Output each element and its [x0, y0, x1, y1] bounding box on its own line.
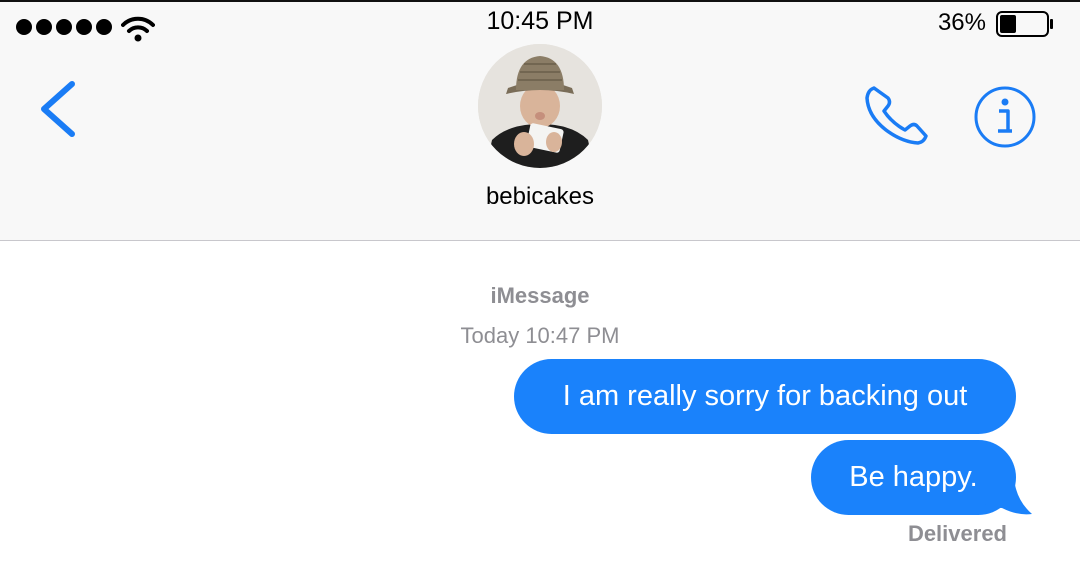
info-icon [974, 86, 1036, 148]
phone-icon [865, 86, 928, 145]
back-button[interactable] [30, 74, 90, 144]
battery-percentage: 36% [937, 9, 986, 36]
delivery-status: Delivered [907, 521, 1007, 546]
signal-dots-icon [16, 19, 112, 35]
bubble-tail [984, 478, 1032, 515]
info-button[interactable] [972, 84, 1038, 150]
avatar-photo [478, 44, 602, 168]
status-time: 10:45 PM [486, 7, 594, 35]
header-divider [0, 240, 1080, 241]
message-timestamp: Today 10:47 PM [460, 323, 620, 348]
service-label: iMessage [490, 283, 590, 308]
contact-name[interactable]: bebicakes [390, 183, 690, 211]
contact-avatar[interactable] [478, 44, 602, 168]
message-bubble[interactable]: I am really sorry for backing out [514, 359, 1016, 434]
message-text: I am really sorry for backing out [562, 380, 968, 412]
call-button[interactable] [862, 82, 930, 148]
battery-icon [996, 11, 1053, 37]
message-text: Be happy. [849, 461, 978, 493]
chevron-left-icon [41, 81, 75, 137]
wifi-icon [121, 16, 155, 42]
messages-screen: 10:45 PM 36% bebicakes iMessage Today 10… [0, 0, 1080, 574]
